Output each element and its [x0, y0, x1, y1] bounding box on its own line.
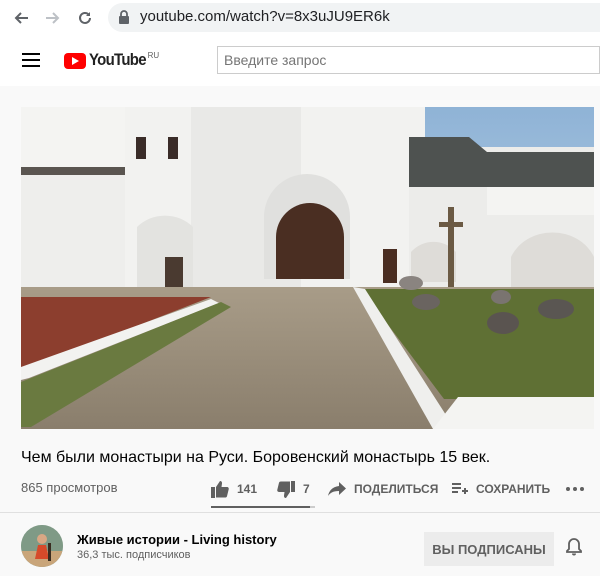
thumbs-up-icon: [211, 480, 229, 498]
share-label: ПОДЕЛИТЬСЯ: [354, 482, 439, 496]
save-button[interactable]: СОХРАНИТЬ: [452, 478, 550, 500]
lock-icon: [118, 10, 130, 29]
divider: [0, 512, 600, 513]
youtube-header: YouTube RU: [0, 36, 600, 86]
subscriber-count: 36,3 тыс. подписчиков: [77, 549, 191, 561]
dislike-button[interactable]: 7: [277, 478, 310, 500]
back-button[interactable]: [8, 5, 34, 31]
thumbs-down-icon: [277, 480, 295, 498]
logo-text: YouTube: [89, 50, 147, 69]
arrow-right-icon: [46, 12, 60, 24]
video-title: Чем были монастыри на Руси. Боровенский …: [21, 449, 491, 466]
forward-button[interactable]: [40, 5, 66, 31]
video-frame: [21, 107, 594, 429]
save-label: СОХРАНИТЬ: [476, 482, 551, 496]
more-actions-button[interactable]: [566, 478, 592, 500]
search-box[interactable]: [217, 46, 600, 74]
video-player[interactable]: [21, 107, 594, 429]
view-count: 865 просмотров: [21, 480, 118, 495]
browser-toolbar: youtube.com/watch?v=8x3uJU9ER6k: [0, 0, 600, 36]
reload-icon: [79, 11, 91, 24]
arrow-left-icon: [14, 12, 28, 24]
youtube-play-icon: [64, 53, 86, 69]
sentiment-bar: [211, 506, 315, 508]
logo-region: RU: [147, 51, 160, 60]
search-input[interactable]: [224, 52, 584, 68]
more-horiz-icon: [566, 487, 584, 491]
youtube-logo[interactable]: YouTube RU: [64, 50, 159, 70]
bell-icon[interactable]: [566, 538, 582, 561]
url-text: youtube.com/watch?v=8x3uJU9ER6k: [140, 8, 390, 25]
like-count: 141: [237, 482, 258, 496]
subscribed-button[interactable]: ВЫ ПОДПИСАНЫ: [424, 532, 554, 566]
dislike-count: 7: [303, 482, 310, 496]
channel-name[interactable]: Живые истории - Living history: [77, 532, 277, 547]
reload-button[interactable]: [72, 5, 98, 31]
share-arrow-icon: [328, 482, 346, 496]
like-button[interactable]: 141: [211, 478, 257, 500]
playlist-add-icon: [452, 482, 468, 496]
hamburger-menu-icon[interactable]: [22, 53, 40, 67]
share-button[interactable]: ПОДЕЛИТЬСЯ: [328, 478, 438, 500]
sentiment-bar-fill: [211, 506, 310, 508]
channel-avatar[interactable]: [21, 525, 63, 567]
address-bar[interactable]: youtube.com/watch?v=8x3uJU9ER6k: [108, 3, 600, 32]
